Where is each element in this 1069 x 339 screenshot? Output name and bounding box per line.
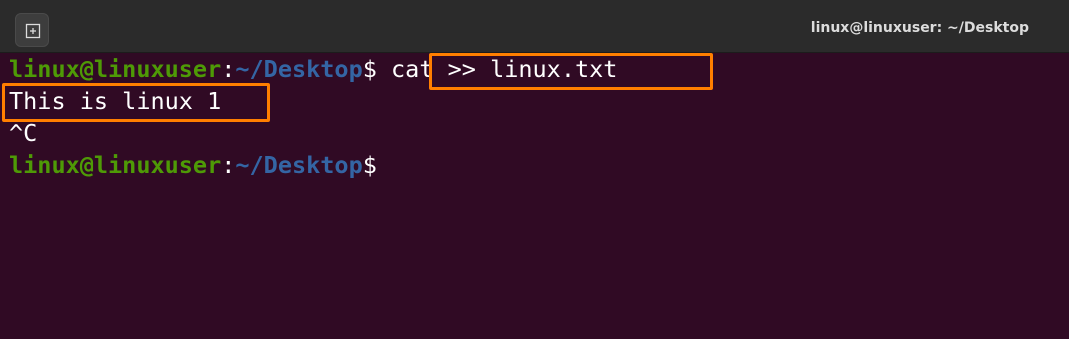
prompt-user: linux@linuxuser xyxy=(9,151,222,179)
prompt-colon: : xyxy=(221,55,236,83)
window-title: linux@linuxuser: ~/Desktop xyxy=(810,20,1029,36)
prompt-user: linux@linuxuser xyxy=(9,55,222,83)
output-highlight-box xyxy=(2,83,270,122)
prompt-path: ~/Desktop xyxy=(235,151,363,179)
prompt-line: linux@linuxuser: ~/Desktop $ xyxy=(9,149,1069,181)
terminal-window: linux@linuxuser: ~/Desktop linux@linuxus… xyxy=(0,0,1069,339)
new-tab-icon xyxy=(25,23,41,39)
prompt-dollar: $ xyxy=(362,151,377,179)
prompt-dollar: $ xyxy=(362,55,377,83)
prompt-path: ~/Desktop xyxy=(235,55,363,83)
prompt-colon: : xyxy=(221,151,236,179)
new-tab-button[interactable] xyxy=(15,13,49,47)
command-highlight-box xyxy=(429,53,713,90)
title-bar: linux@linuxuser: ~/Desktop xyxy=(0,0,1069,53)
